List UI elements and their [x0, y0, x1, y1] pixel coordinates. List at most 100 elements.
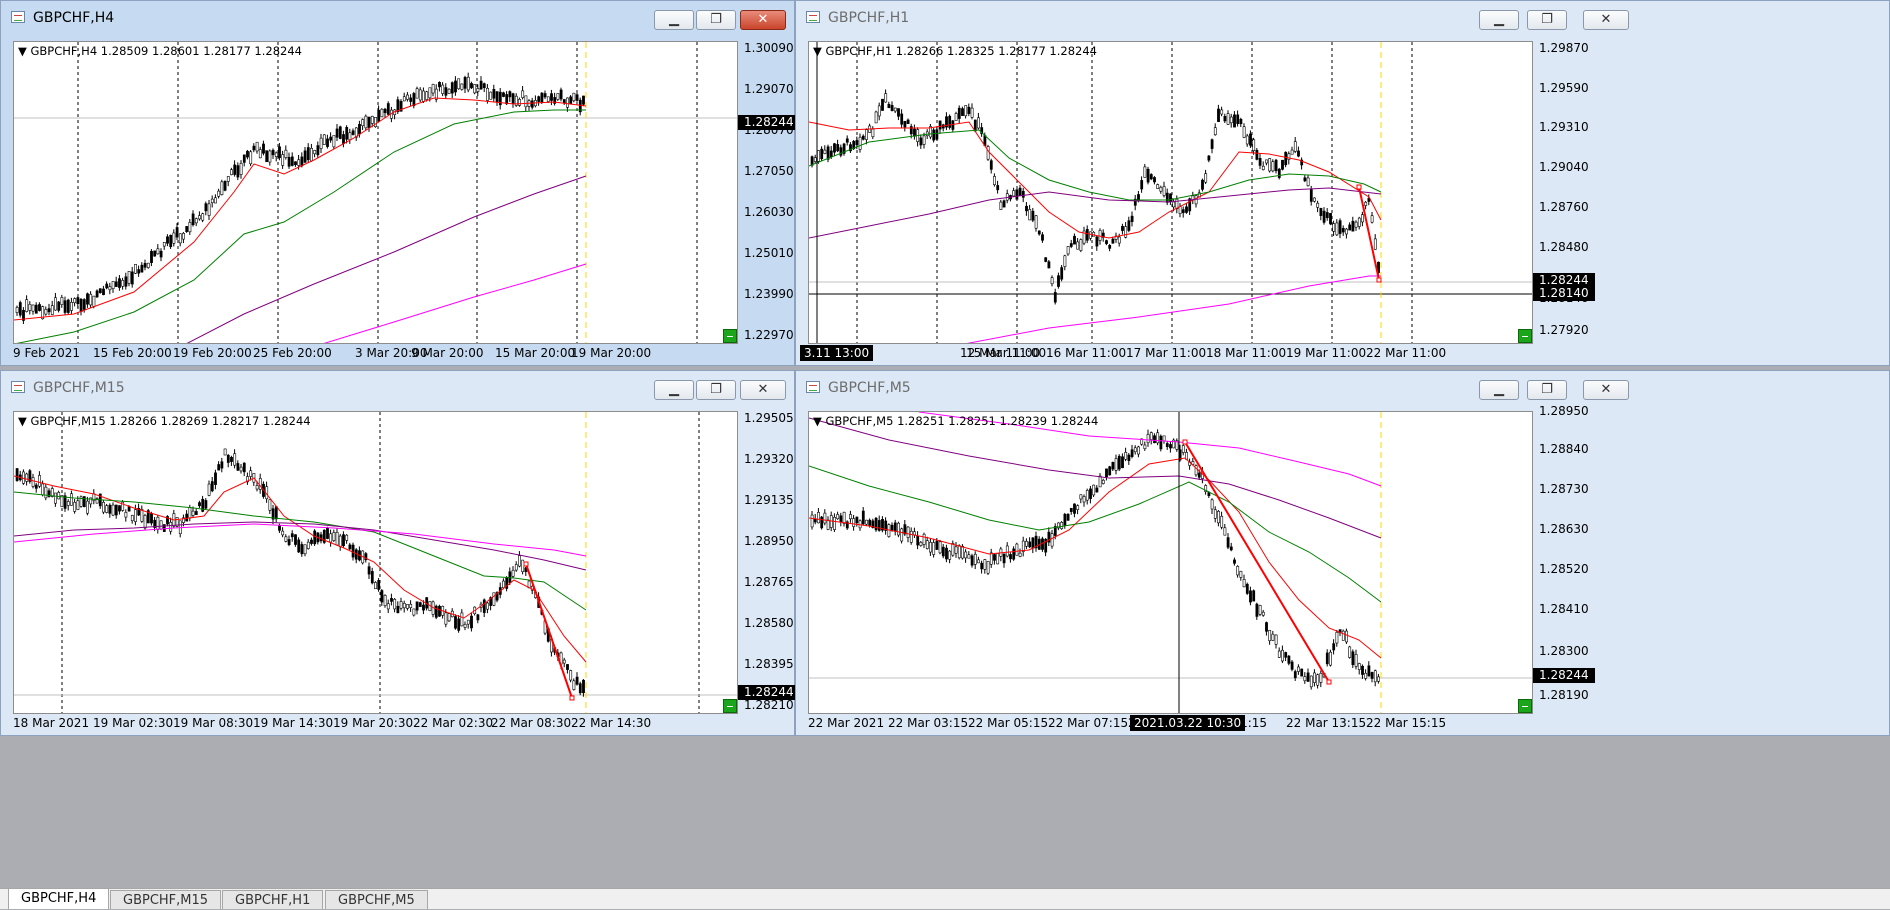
- triangle-down-icon[interactable]: ▼: [18, 44, 31, 58]
- candle-body: [319, 137, 323, 149]
- chart-window-m5[interactable]: GBPCHF,M5 ▁ ❐ ✕ ▼ GBPCHF,M5 1.28251 1.28…: [795, 370, 1890, 736]
- candle-body: [303, 544, 307, 555]
- candle-body: [262, 143, 265, 154]
- candle-body: [1073, 503, 1076, 514]
- candle-body: [274, 152, 278, 157]
- trade-button[interactable]: [1518, 699, 1532, 713]
- candle-body: [1329, 213, 1332, 225]
- candle-body: [823, 512, 827, 524]
- close-button[interactable]: ✕: [1583, 380, 1629, 400]
- candle-body: [252, 145, 256, 151]
- price-axis[interactable]: 1.30090 1.29070 1.28070 1.27050 1.26030 1.250…: [738, 41, 802, 344]
- candle-body: [1066, 513, 1070, 521]
- candle-body: [1303, 676, 1307, 682]
- candle-body: [1079, 239, 1083, 251]
- candle-body: [492, 592, 496, 606]
- candle-body: [569, 96, 573, 105]
- candle-body: [1242, 126, 1246, 138]
- minimize-button[interactable]: ▁: [654, 380, 694, 400]
- candle-body: [1169, 193, 1172, 203]
- candle-body: [1082, 496, 1086, 503]
- chart-window-h1[interactable]: GBPCHF,H1 ▁ ❐ ✕ ▼ GBPCHF,H1 1.28266 1.28…: [795, 0, 1890, 366]
- candle-body: [1316, 674, 1320, 686]
- chart-area[interactable]: ▼ GBPCHF,H4 1.28509 1.28601 1.28177 1.28…: [13, 41, 738, 344]
- price-axis[interactable]: 1.28950 1.28840 1.28730 1.28630 1.28520 1.284…: [1533, 404, 1597, 714]
- trade-button[interactable]: [723, 329, 737, 343]
- trend-line: [1184, 441, 1330, 683]
- candle-body: [1220, 515, 1224, 528]
- candle-body: [1319, 672, 1323, 683]
- minimize-button[interactable]: ▁: [654, 10, 694, 30]
- chart-window-h4[interactable]: GBPCHF,H4 ▁ ❐ ✕ ▼ GBPCHF,H4 1.28509 1.28…: [0, 0, 800, 366]
- close-button[interactable]: ✕: [740, 380, 786, 400]
- ohlc-readout: GBPCHF,H4 1.28509 1.28601 1.28177 1.2824…: [30, 44, 303, 58]
- candle-body: [57, 492, 61, 500]
- maximize-button[interactable]: ❐: [1527, 380, 1567, 400]
- candle-body: [945, 547, 948, 560]
- time-axis[interactable]: 22 Mar 2021 22 Mar 03:15 22 Mar 05:15 22 Ma…: [808, 714, 1533, 734]
- candle-body: [1245, 135, 1249, 145]
- candle-body: [1345, 228, 1348, 235]
- chart-info: ▼ GBPCHF,M15 1.28266 1.28269 1.28217 1.2…: [18, 414, 311, 428]
- price-axis[interactable]: 1.29870 1.29590 1.29310 1.29040 1.28760 1.284…: [1533, 41, 1597, 344]
- maximize-button[interactable]: ❐: [696, 10, 736, 30]
- time-axis[interactable]: 18 Mar 2021 19 Mar 02:30 19 Mar 08:30 19 Ma…: [13, 714, 738, 734]
- chart-window-icon: [806, 11, 820, 23]
- triangle-down-icon[interactable]: ▼: [18, 414, 31, 428]
- trade-button[interactable]: [723, 699, 737, 713]
- tab-gbpchf-h4[interactable]: GBPCHF,H4: [8, 888, 110, 909]
- time-axis[interactable]: 9 Feb 2021 15 Feb 20:00 19 Feb 20:00 25 Feb…: [13, 344, 738, 364]
- candle-body: [370, 571, 374, 584]
- candle-body: [1178, 206, 1182, 214]
- window-titlebar[interactable]: GBPCHF,H4 ▁ ❐ ✕: [1, 1, 794, 33]
- candle-body: [460, 83, 464, 90]
- time-label: 22 Mar 11:00: [1366, 346, 1447, 360]
- minimize-button[interactable]: ▁: [1479, 10, 1519, 30]
- maximize-button[interactable]: ❐: [1527, 10, 1567, 30]
- window-titlebar[interactable]: GBPCHF,H1 ▁ ❐ ✕: [796, 1, 1889, 33]
- candle-body: [306, 147, 310, 161]
- tab-gbpchf-h1[interactable]: GBPCHF,H1: [222, 890, 324, 909]
- candle-body: [239, 163, 243, 175]
- candle-body: [393, 599, 397, 610]
- time-label: 19 Mar 20:30: [333, 716, 414, 730]
- candle-body: [194, 218, 198, 224]
- candle-body: [1092, 231, 1096, 237]
- tab-gbpchf-m5[interactable]: GBPCHF,M5: [325, 890, 428, 909]
- candle-body: [909, 530, 913, 543]
- candle-body: [441, 84, 445, 94]
- price-axis[interactable]: 1.29505 1.29320 1.29135 1.28950 1.28765 1.285…: [738, 411, 802, 714]
- chart-area[interactable]: ▼ GBPCHF,M15 1.28266 1.28269 1.28217 1.2…: [13, 411, 738, 714]
- candle-body: [1370, 672, 1374, 679]
- candle-body: [1012, 190, 1016, 197]
- chart-window-m15[interactable]: GBPCHF,M15 ▁ ❐ ✕ ▼ GBPCHF,M15 1.28266 1.…: [0, 370, 800, 736]
- candle-body: [1005, 193, 1009, 201]
- window-titlebar[interactable]: GBPCHF,M5 ▁ ❐ ✕: [796, 371, 1889, 403]
- maximize-button[interactable]: ❐: [696, 380, 736, 400]
- trade-button[interactable]: [1518, 329, 1532, 343]
- window-titlebar[interactable]: GBPCHF,M15 ▁ ❐ ✕: [1, 371, 794, 403]
- candle-body: [1098, 475, 1102, 488]
- candle-body: [1223, 527, 1227, 536]
- candle-body: [86, 500, 89, 514]
- candle-body: [290, 156, 294, 166]
- tab-gbpchf-m15[interactable]: GBPCHF,M15: [110, 890, 222, 909]
- candle-body: [1354, 654, 1358, 667]
- candle-body: [108, 286, 112, 291]
- candle-body: [1047, 261, 1051, 269]
- chart-area[interactable]: ▼ GBPCHF,M5 1.28251 1.28251 1.28239 1.28…: [808, 411, 1533, 714]
- candle-body: [460, 612, 464, 627]
- candle-body: [422, 604, 425, 611]
- triangle-down-icon[interactable]: ▼: [813, 414, 826, 428]
- close-button[interactable]: ✕: [740, 10, 786, 30]
- minimize-button[interactable]: ▁: [1479, 380, 1519, 400]
- current-price-label: 1.28244: [738, 685, 800, 700]
- candle-body: [313, 530, 317, 545]
- time-axis[interactable]: 112 Mar 11:0015 Mar 11:0016 Mar 11:0017 …: [800, 344, 1533, 364]
- close-button[interactable]: ✕: [1583, 10, 1629, 30]
- candle-body: [1377, 676, 1380, 682]
- triangle-down-icon[interactable]: ▼: [813, 44, 826, 58]
- chart-area[interactable]: ▼ GBPCHF,H1 1.28266 1.28325 1.28177 1.28…: [808, 41, 1533, 344]
- candle-body: [370, 115, 374, 124]
- candle-body: [1306, 672, 1310, 682]
